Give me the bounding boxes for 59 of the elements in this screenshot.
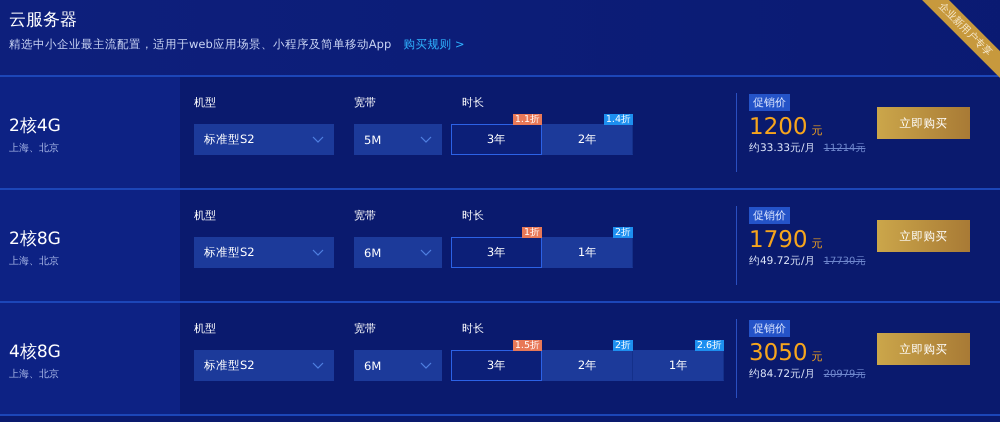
- field-label: 时长: [462, 321, 485, 336]
- bandwidth-dropdown[interactable]: 6M: [354, 237, 442, 268]
- duration-option[interactable]: 3年: [451, 350, 542, 381]
- chevron-down-icon: [312, 362, 324, 369]
- promo-tag: 促销价: [749, 320, 790, 337]
- promo-tag: 促销价: [749, 94, 790, 111]
- bandwidth-dropdown[interactable]: 5M: [354, 124, 442, 155]
- duration-option[interactable]: 3年: [451, 237, 542, 268]
- section-description: 精选中小企业最主流配置，适用于web应用场景、小程序及简单移动App: [9, 37, 392, 52]
- purchase-rules-link[interactable]: 购买规则 >: [403, 37, 465, 52]
- chevron-down-icon: [420, 249, 432, 256]
- model-dropdown[interactable]: 标准型S2: [194, 237, 334, 268]
- currency-unit: 元: [812, 349, 823, 364]
- plan-name: 2核4G: [9, 115, 62, 137]
- price: 3050: [749, 340, 808, 366]
- monthly-price: 约49.72元/月: [749, 254, 816, 268]
- field-label: 机型: [194, 95, 217, 110]
- plan-regions: 上海、北京: [9, 142, 60, 155]
- chevron-down-icon: [420, 362, 432, 369]
- duration-option[interactable]: 2年: [542, 350, 633, 381]
- currency-unit: 元: [812, 123, 823, 138]
- promo-tag: 促销价: [749, 207, 790, 224]
- currency-unit: 元: [812, 236, 823, 251]
- monthly-price: 约84.72元/月: [749, 367, 816, 381]
- original-price: 11214元: [824, 142, 866, 155]
- field-label: 宽带: [354, 208, 377, 223]
- duration-option[interactable]: 1年: [633, 350, 724, 381]
- bandwidth-dropdown[interactable]: 6M: [354, 350, 442, 381]
- discount-badge: 2折: [612, 227, 633, 238]
- field-label: 时长: [462, 208, 485, 223]
- plan-name: 2核8G: [9, 228, 62, 250]
- discount-badge: 1.4折: [604, 114, 633, 125]
- model-dropdown[interactable]: 标准型S2: [194, 124, 334, 155]
- section-title: 云服务器: [9, 9, 77, 31]
- discount-badge: 1.1折: [512, 114, 542, 125]
- price: 1790: [749, 227, 808, 253]
- field-label: 宽带: [354, 321, 377, 336]
- field-label: 机型: [194, 321, 217, 336]
- plan-name: 4核8G: [9, 341, 62, 363]
- discount-badge: 2.6折: [694, 340, 724, 351]
- discount-badge: 1.5折: [512, 340, 542, 351]
- original-price: 17730元: [824, 255, 866, 268]
- chevron-down-icon: [312, 249, 324, 256]
- duration-option[interactable]: 2年: [542, 124, 633, 155]
- plan-regions: 上海、北京: [9, 254, 60, 268]
- original-price: 20979元: [824, 368, 866, 381]
- discount-badge: 1折: [522, 227, 542, 238]
- chevron-down-icon: [312, 136, 324, 143]
- duration-option[interactable]: 1年: [542, 237, 633, 268]
- chevron-down-icon: [420, 136, 432, 143]
- plan-regions: 上海、北京: [9, 368, 60, 381]
- duration-option[interactable]: 3年: [451, 124, 542, 155]
- field-label: 机型: [194, 208, 217, 223]
- price: 1200: [749, 114, 808, 140]
- discount-badge: 2折: [612, 340, 633, 351]
- monthly-price: 约33.33元/月: [749, 141, 816, 155]
- field-label: 宽带: [354, 95, 377, 110]
- model-dropdown[interactable]: 标准型S2: [194, 350, 334, 381]
- field-label: 时长: [462, 95, 485, 110]
